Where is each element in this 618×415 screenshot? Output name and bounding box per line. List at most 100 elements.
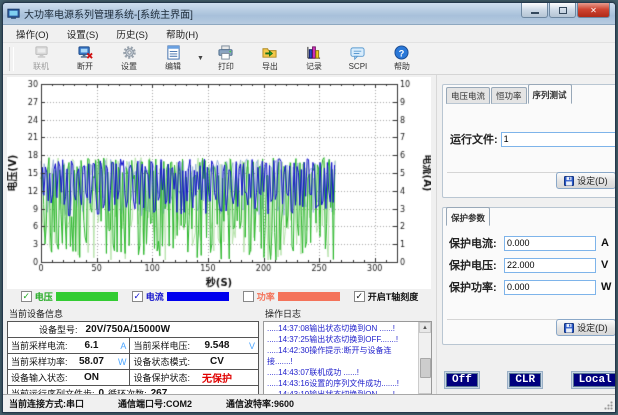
bottom-row: 当前设备信息 设备型号: 20V/750A/15000W 当前采样电流: 6.1 A … bbox=[3, 304, 436, 405]
protect-voltage-label: 保护电压: bbox=[449, 260, 497, 272]
maximize-button[interactable] bbox=[549, 3, 576, 18]
baud-rate-status: 通信波特率:9600 bbox=[226, 399, 295, 409]
gear-icon bbox=[122, 46, 136, 59]
protect-power-input[interactable] bbox=[504, 279, 596, 295]
list-item: .....14:43:07联机成功 ......! bbox=[267, 368, 360, 377]
chart-legend: ✓ 电压 ✓ 电流 功率 ✓ 开启T轴刻度 bbox=[3, 289, 436, 304]
save-icon bbox=[564, 322, 575, 333]
edit-button[interactable]: 编辑 bbox=[151, 43, 195, 74]
protect-body: 保护电流: A 保护电压: V 保护功率: W bbox=[443, 227, 615, 295]
menu-help[interactable]: 帮助(H) bbox=[157, 25, 207, 43]
tab-sequence-test[interactable]: 序列测试 bbox=[527, 84, 572, 104]
state-mode-cell: 设备状态模式: CV bbox=[129, 353, 259, 370]
resize-grip-icon[interactable] bbox=[604, 401, 613, 410]
waveform-chart bbox=[7, 77, 431, 289]
export-folder-icon bbox=[262, 48, 277, 58]
print-button[interactable]: 打印 bbox=[204, 43, 248, 74]
protect-state-cell: 设备保护状态: 无保护 bbox=[129, 369, 259, 386]
minimize-button[interactable] bbox=[521, 3, 548, 18]
app-icon bbox=[7, 8, 20, 19]
voltage-swatch bbox=[55, 292, 118, 301]
protect-current-row: 保护电流: A bbox=[449, 235, 615, 251]
edit-list-icon bbox=[166, 45, 180, 60]
table-row: 当前采样功率: 58.07 W 设备状态模式: CV bbox=[6, 353, 259, 370]
off-button[interactable]: Off bbox=[444, 371, 480, 389]
export-button[interactable]: 导出 bbox=[248, 43, 292, 74]
protect-voltage-row: 保护电压: V bbox=[449, 257, 615, 273]
voltage-checkbox[interactable]: ✓ bbox=[20, 291, 32, 302]
sample-current-cell: 当前采样电流: 6.1 A bbox=[6, 337, 131, 354]
record-chart-icon bbox=[307, 46, 321, 59]
edit-dropdown-caret[interactable]: ▼ bbox=[197, 55, 204, 62]
operation-log-panel: 操作日志 .....14:37:08输出状态切换到ON ......! ....… bbox=[263, 306, 432, 405]
legend-t-axis: ✓ 开启T轴刻度 bbox=[353, 291, 419, 302]
list-item: .....14:37:08输出状态切换到ON ......! bbox=[267, 324, 396, 333]
tab-voltage-current[interactable]: 电压电流 bbox=[446, 87, 491, 104]
save-icon bbox=[564, 175, 575, 186]
power-checkbox[interactable] bbox=[242, 291, 254, 302]
list-item: .....14:43:16设置的序列文件成功.......! bbox=[267, 379, 400, 388]
protect-voltage-unit: V bbox=[601, 259, 609, 271]
sequence-set-button[interactable]: 设定(D) bbox=[556, 172, 615, 189]
help-button[interactable]: ? 帮助 bbox=[380, 43, 424, 74]
window-controls: ✕ bbox=[520, 3, 610, 18]
tab-constant-power[interactable]: 恒功率 bbox=[491, 87, 527, 104]
protect-power-row: 保护功率: W bbox=[449, 279, 615, 295]
tab-protect-params[interactable]: 保护参数 bbox=[446, 207, 491, 226]
connect-icon bbox=[34, 46, 48, 58]
table-row: 设备输入状态: ON 设备保护状态: 无保护 bbox=[6, 369, 259, 386]
device-info-table: 设备型号: 20V/750A/15000W 当前采样电流: 6.1 A 当前采样电压:… bbox=[6, 321, 259, 402]
mode-tabs: 电压电流 恒功率 序列测试 bbox=[443, 84, 615, 104]
main-area: ✓ 电压 ✓ 电流 功率 ✓ 开启T轴刻度 当前设备信息 设备型号: 20V/7… bbox=[3, 75, 615, 405]
run-file-input[interactable] bbox=[500, 131, 615, 147]
menu-operate[interactable]: 操作(O) bbox=[7, 25, 58, 43]
protect-voltage-input[interactable] bbox=[504, 257, 596, 273]
scpi-button[interactable]: SCPI bbox=[336, 44, 380, 73]
sequence-tab-body: 运行文件: bbox=[443, 105, 615, 151]
protect-current-input[interactable] bbox=[504, 235, 596, 251]
run-file-label: 运行文件: bbox=[450, 134, 498, 146]
local-button[interactable]: Local bbox=[570, 371, 615, 389]
close-icon: ✕ bbox=[590, 5, 597, 15]
table-row: 设备型号: 20V/750A/15000W bbox=[7, 321, 259, 338]
protect-current-label: 保护电流: bbox=[449, 238, 497, 250]
toolbar: 联机 断开 设置 编辑 ▼ 打印 导出 记录 SCPI ? 帮助 bbox=[3, 43, 615, 75]
status-bar: 当前连接方式:串口 通信端口号:COM2 通信波特率:9600 bbox=[3, 394, 615, 412]
app-window: 大功率电源系列管理系统-[系统主界面] ✕ 操作(O) 设置(S) 历史(S) … bbox=[2, 2, 616, 413]
device-info-panel: 当前设备信息 设备型号: 20V/750A/15000W 当前采样电流: 6.1 A … bbox=[6, 306, 259, 405]
log-scrollbar[interactable]: ▲ ▼ bbox=[418, 322, 431, 404]
current-checkbox[interactable]: ✓ bbox=[131, 291, 143, 302]
edit-button-group: 编辑 ▼ bbox=[151, 43, 204, 74]
protect-set-button[interactable]: 设定(D) bbox=[556, 319, 615, 336]
record-button[interactable]: 记录 bbox=[292, 43, 336, 74]
protect-param-card: 保护参数 保护电流: A 保护电压: V 保护功率: bbox=[442, 207, 615, 345]
device-info-title: 当前设备信息 bbox=[9, 309, 64, 319]
disconnect-button[interactable]: 断开 bbox=[63, 43, 107, 74]
close-button[interactable]: ✕ bbox=[577, 3, 610, 18]
scpi-bubble-icon bbox=[350, 47, 365, 61]
device-model-cell: 设备型号: 20V/750A/15000W bbox=[7, 321, 259, 338]
settings-button[interactable]: 设置 bbox=[107, 43, 151, 74]
menu-settings[interactable]: 设置(S) bbox=[58, 25, 108, 43]
help-icon: ? bbox=[394, 45, 409, 60]
window-title: 大功率电源系列管理系统-[系统主界面] bbox=[24, 10, 193, 21]
operation-log-box[interactable]: .....14:37:08输出状态切换到ON ......! .....14:3… bbox=[263, 321, 432, 405]
control-button-row: Off CLR Local bbox=[442, 371, 615, 389]
protect-power-label: 保护功率: bbox=[449, 282, 497, 294]
title-bar: 大功率电源系列管理系统-[系统主界面] ✕ bbox=[3, 3, 615, 25]
clr-button[interactable]: CLR bbox=[507, 371, 544, 389]
table-row: 当前采样电流: 6.1 A 当前采样电压: 9.548 V bbox=[6, 337, 259, 354]
scroll-up-icon[interactable]: ▲ bbox=[419, 322, 431, 333]
connect-button[interactable]: 联机 bbox=[19, 43, 63, 74]
chart-container bbox=[3, 75, 436, 289]
scroll-thumb[interactable] bbox=[420, 358, 431, 378]
protect-tabs: 保护参数 bbox=[443, 207, 615, 226]
legend-current: ✓ 电流 bbox=[131, 290, 229, 303]
sample-power-cell: 当前采样功率: 58.07 W bbox=[6, 353, 131, 370]
menu-history[interactable]: 历史(S) bbox=[107, 25, 157, 43]
t-axis-checkbox[interactable]: ✓ bbox=[353, 291, 365, 302]
menu-bar: 操作(O) 设置(S) 历史(S) 帮助(H) bbox=[3, 25, 615, 43]
svg-text:?: ? bbox=[399, 48, 405, 58]
legend-voltage: ✓ 电压 bbox=[20, 290, 118, 303]
toolbar-grip[interactable] bbox=[9, 46, 14, 71]
